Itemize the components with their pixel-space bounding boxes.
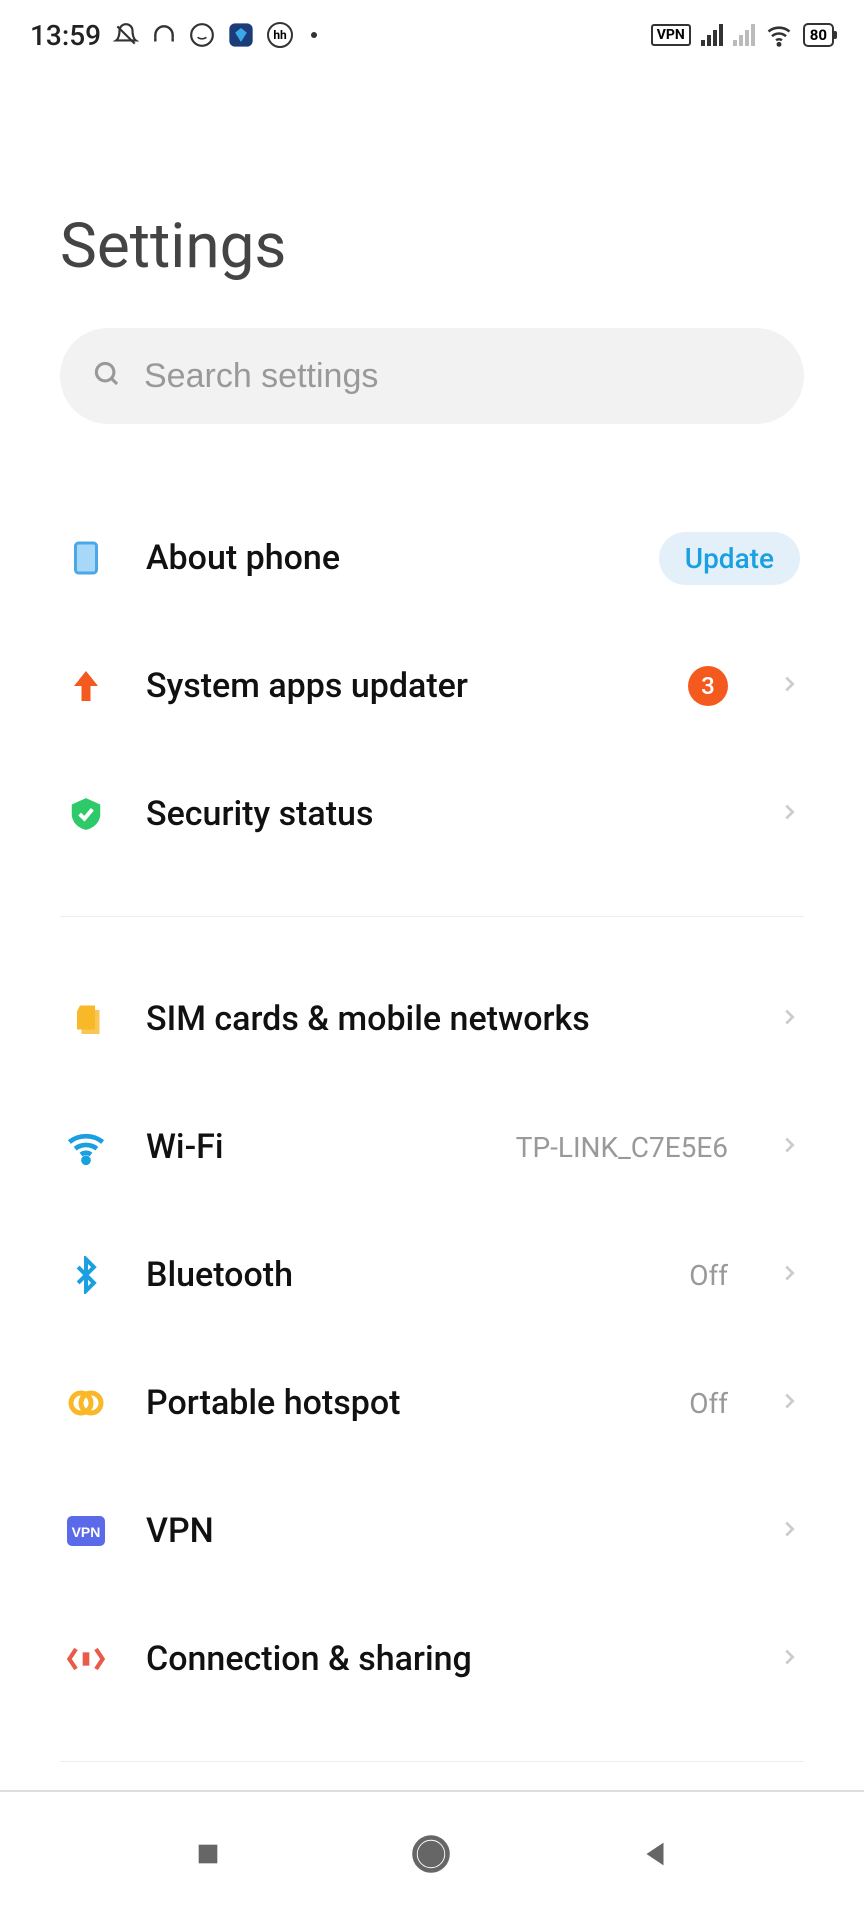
row-connection[interactable]: Connection & sharing (60, 1595, 804, 1723)
nav-back-button[interactable] (638, 1837, 672, 1875)
shield-icon (64, 792, 108, 836)
headphones-icon (151, 22, 177, 48)
battery-indicator: 80 (803, 23, 834, 47)
whatsapp-icon (189, 22, 215, 48)
row-bluetooth[interactable]: Bluetooth Off (60, 1211, 804, 1339)
vpn-indicator: VPN (651, 24, 691, 46)
hotspot-icon (64, 1381, 108, 1425)
row-label: About phone (146, 538, 621, 578)
row-value: Off (689, 1387, 728, 1420)
page-title: Settings (60, 210, 804, 283)
status-right: VPN 80 (651, 21, 834, 49)
chevron-right-icon (778, 1134, 800, 1160)
status-bar: 13:59 hh VPN (0, 0, 864, 70)
app-icon (227, 21, 255, 49)
chevron-right-icon (778, 1262, 800, 1288)
row-value: Off (689, 1259, 728, 1292)
chevron-right-icon (778, 1518, 800, 1544)
row-label: Security status (146, 794, 728, 834)
vpn-icon: VPN (64, 1509, 108, 1553)
chevron-right-icon (778, 1646, 800, 1672)
row-label: SIM cards & mobile networks (146, 999, 728, 1039)
signal-weak-icon (733, 24, 755, 46)
row-sim[interactable]: SIM cards & mobile networks (60, 955, 804, 1083)
sim-icon (64, 997, 108, 1041)
row-label: VPN (146, 1511, 728, 1551)
hh-icon: hh (267, 22, 293, 48)
row-about-phone[interactable]: About phone Update (60, 494, 804, 622)
status-left: 13:59 hh (30, 19, 317, 52)
nav-bar (0, 1790, 864, 1920)
chevron-right-icon (778, 1390, 800, 1416)
phone-icon (64, 536, 108, 580)
nav-home-button[interactable] (409, 1832, 453, 1880)
row-label: System apps updater (146, 666, 650, 706)
row-value: TP-LINK_C7E5E6 (516, 1131, 728, 1164)
row-label: Connection & sharing (146, 1639, 728, 1679)
divider (60, 916, 804, 917)
connection-icon (64, 1637, 108, 1681)
update-pill[interactable]: Update (659, 532, 800, 585)
search-icon (92, 359, 122, 393)
wifi-icon (64, 1125, 108, 1169)
row-label: Bluetooth (146, 1255, 651, 1295)
row-wifi[interactable]: Wi-Fi TP-LINK_C7E5E6 (60, 1083, 804, 1211)
search-box[interactable] (60, 328, 804, 424)
row-vpn[interactable]: VPN VPN (60, 1467, 804, 1595)
overflow-dot-icon (311, 32, 317, 38)
row-security[interactable]: Security status (60, 750, 804, 878)
bluetooth-icon (64, 1253, 108, 1297)
update-arrow-icon (64, 664, 108, 708)
wifi-status-icon (765, 21, 793, 49)
row-hotspot[interactable]: Portable hotspot Off (60, 1339, 804, 1467)
row-label: Portable hotspot (146, 1383, 651, 1423)
chevron-right-icon (778, 801, 800, 827)
row-label: Wi-Fi (146, 1127, 478, 1167)
badge-count: 3 (688, 666, 728, 706)
signal-icon (701, 24, 723, 46)
content-area: Settings About phone Update System apps … (0, 210, 864, 1762)
chevron-right-icon (778, 1006, 800, 1032)
dnd-icon (113, 22, 139, 48)
status-time: 13:59 (30, 19, 101, 52)
svg-text:VPN: VPN (72, 1524, 101, 1540)
search-input[interactable] (144, 357, 772, 396)
row-system-updater[interactable]: System apps updater 3 (60, 622, 804, 750)
chevron-right-icon (778, 673, 800, 699)
divider (60, 1761, 804, 1762)
nav-recent-button[interactable] (192, 1838, 224, 1874)
